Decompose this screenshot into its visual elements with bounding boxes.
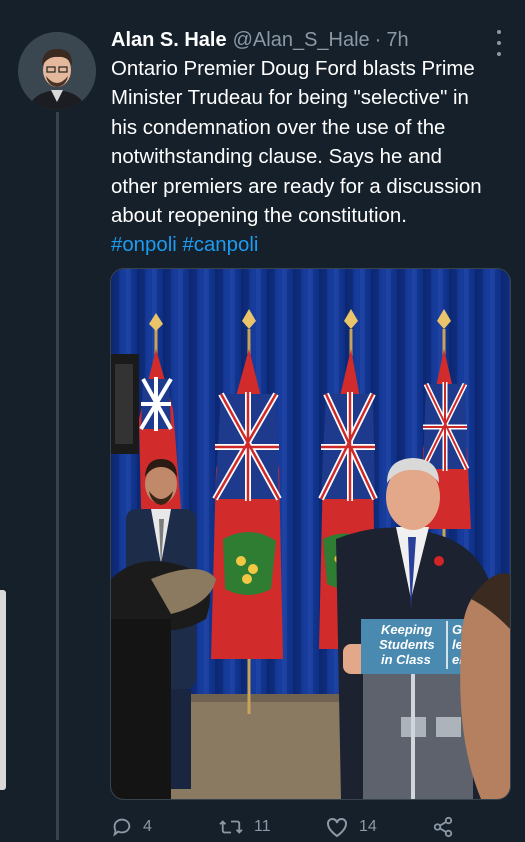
reply-icon [113,818,131,837]
podium-sign-line: in Class [381,652,431,667]
separator: · [374,29,382,51]
hashtags-link[interactable]: #onpoli #canpoli [111,231,511,260]
heart-icon [327,817,347,838]
like-button[interactable]: 14 [325,816,432,838]
author-handle[interactable]: @Alan_S_Hale [233,26,370,54]
tweet-text-line: notwithstanding clause. Says he and [111,146,442,169]
avatar-photo [18,32,96,110]
avatar[interactable] [18,32,96,110]
more-options-icon[interactable] [489,30,509,56]
reply-count: 4 [143,818,152,835]
tweet-media-photo[interactable]: Keeping Students in Class Ga le el [110,268,511,800]
tweet-text-line: Ontario Premier Doug Ford blasts Prime [111,58,475,80]
tweet-text-line: his condemnation over the use of the [111,116,446,139]
tweet-text-line: about reopening the constitution. [111,205,407,228]
podium-sign-line: Students [379,637,435,652]
retweet-count: 11 [254,818,271,835]
like-count: 14 [359,818,377,835]
tweet-header: Alan S. Hale @Alan_S_Hale · 7h [111,26,511,54]
scroll-edge[interactable] [0,590,6,790]
tweet-actions: 4 11 14 [111,812,511,842]
retweet-button[interactable]: 11 [218,816,325,838]
thread-line [56,112,59,840]
share-button[interactable] [432,816,454,838]
podium-sign-line: Keeping [381,622,432,637]
reply-button[interactable]: 4 [111,816,218,838]
press-conference-photo: Keeping Students in Class Ga le el [111,269,510,799]
share-icon [433,816,453,838]
author-name[interactable]: Alan S. Hale [111,26,227,54]
tweet-text-line: Minister Trudeau for being "selective" i… [111,87,469,110]
retweet-icon [219,820,243,834]
timestamp[interactable]: 7h [386,26,408,54]
tweet-text: Ontario Premier Doug Ford blasts Prime M… [111,55,511,261]
tweet: Alan S. Hale @Alan_S_Hale · 7h Ontario P… [111,26,511,261]
tweet-text-line: other premiers are ready for a discussio… [111,175,482,198]
